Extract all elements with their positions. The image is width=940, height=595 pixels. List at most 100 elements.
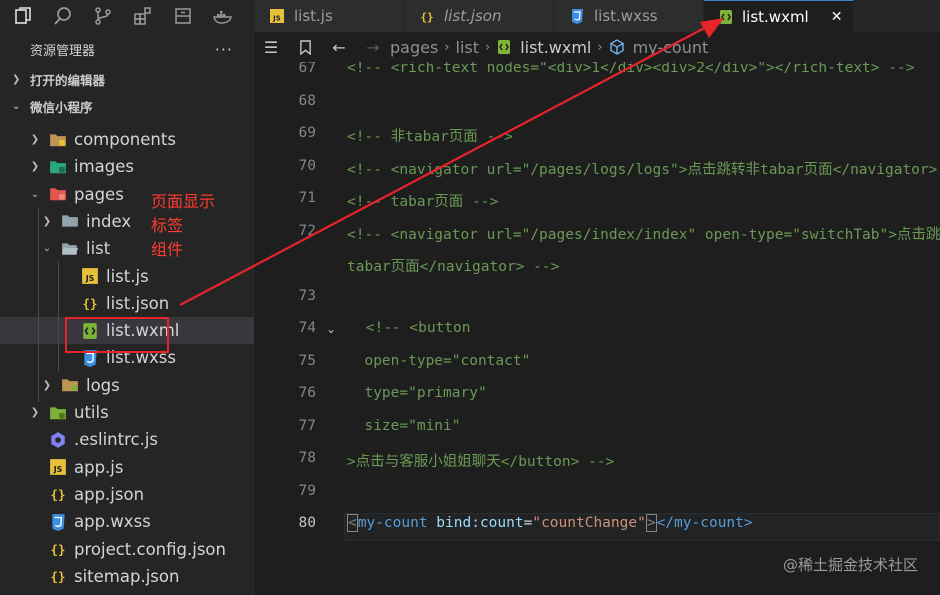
breadcrumb-item[interactable]: list.wxml <box>520 38 591 57</box>
source-control-icon[interactable] <box>90 3 116 29</box>
json-file-icon: {} <box>48 566 68 586</box>
breadcrumb-item[interactable]: list <box>456 38 480 57</box>
code-editor[interactable]: 67 <!-- <rich-text nodes="<div>1</div><di… <box>254 62 940 595</box>
code-line[interactable]: type="primary" <box>347 385 940 401</box>
wxml-file-icon <box>496 39 514 55</box>
search-icon[interactable] <box>50 3 76 29</box>
code-tag: my-count <box>357 515 428 531</box>
explorer-header: 资源管理器 ··· <box>0 32 253 66</box>
section-open-editors[interactable]: ❯ 打开的编辑器 <box>0 66 253 93</box>
code-line[interactable]: <!-- <navigator url="/pages/index/index"… <box>347 223 940 244</box>
breadcrumb-item[interactable]: pages <box>390 38 438 57</box>
code-line[interactable]: <!-- <rich-text nodes="<div>1</div><div>… <box>347 62 940 76</box>
svg-text:JS: JS <box>53 465 63 474</box>
tab-list-wxml[interactable]: list.wxml ✕ <box>704 0 854 32</box>
tree-item-components[interactable]: ❯ components <box>0 126 254 153</box>
images-folder-icon <box>48 157 68 177</box>
tree-item-label: list <box>86 239 111 259</box>
code-bracket: < <box>347 514 358 532</box>
chevron-right-icon[interactable]: ❯ <box>28 134 42 145</box>
annotation-text: 页面显示 标签 组件 <box>151 190 241 262</box>
chevron-right-icon[interactable]: ❯ <box>28 407 42 418</box>
svg-text:JS: JS <box>85 274 95 283</box>
chevron-right-icon[interactable]: ❯ <box>40 380 54 391</box>
code-bracket: > <box>645 514 657 532</box>
forward-arrow-icon[interactable]: → <box>356 38 390 57</box>
section-label: 微信小程序 <box>30 100 93 115</box>
line-number: 75 <box>298 353 316 369</box>
chevron-right-icon[interactable]: ❯ <box>40 216 54 227</box>
tab-label: list.json <box>444 7 502 25</box>
json-file-icon: {} <box>48 539 68 559</box>
tree-item-label: project.config.json <box>74 539 226 559</box>
chevron-right-icon[interactable]: ❯ <box>28 161 42 172</box>
annotation-highlight-box <box>65 317 169 353</box>
breadcrumb-separator: › <box>597 39 603 55</box>
explorer-title: 资源管理器 <box>30 43 96 59</box>
svg-text:{}: {} <box>83 297 98 311</box>
tree-item-label: components <box>74 130 176 149</box>
code-line[interactable]: open-type="contact" <box>347 353 940 369</box>
tree-item-images[interactable]: ❯ images <box>0 153 254 180</box>
code-line[interactable]: <!-- <button <box>357 320 940 336</box>
logs-folder-icon <box>60 375 80 395</box>
line-number: 69 <box>298 125 316 141</box>
tab-list-json[interactable]: {} list.json <box>404 0 554 32</box>
tree-item-label: sitemap.json <box>74 566 180 586</box>
docker-icon[interactable] <box>210 3 236 29</box>
back-arrow-icon[interactable]: ← <box>322 38 356 57</box>
code-line[interactable]: <my-count bind:count="countChange"></my-… <box>347 514 940 532</box>
tree-item-project-config-json[interactable]: {} project.config.json <box>0 536 254 563</box>
tab-list-js[interactable]: JS list.js <box>254 0 404 32</box>
svg-text:{}: {} <box>51 570 66 584</box>
fold-chevron-icon[interactable]: ⌄ <box>326 322 336 336</box>
annotation-text-line: 标签 <box>151 216 184 235</box>
bookmark-icon[interactable] <box>288 39 322 55</box>
close-icon[interactable]: ✕ <box>831 9 843 25</box>
tree-item-label: images <box>74 157 134 177</box>
code-line[interactable]: tabar页面</navigator> --> <box>347 255 940 276</box>
line-number: 79 <box>298 483 316 499</box>
tree-item-app-json[interactable]: {} app.json <box>0 481 254 508</box>
line-number: 67 <box>298 62 316 76</box>
code-tag: my-count <box>674 515 744 531</box>
chevron-down-icon[interactable]: ⌄ <box>40 243 54 254</box>
svg-text:{}: {} <box>51 543 66 557</box>
js-file-icon: JS <box>268 7 286 25</box>
tree-item-label: utils <box>74 403 109 422</box>
svg-text:{}: {} <box>420 11 433 24</box>
breadcrumb-item[interactable]: my-count <box>633 38 709 57</box>
line-number: 76 <box>298 385 316 401</box>
code-line[interactable]: <!-- tabar页面 --> <box>347 190 940 211</box>
code-attribute: bind:count <box>427 515 524 531</box>
code-tag: > <box>743 515 753 531</box>
explorer-icon[interactable] <box>10 3 36 29</box>
indent-guide <box>58 262 59 372</box>
tree-item-label: app.js <box>74 457 124 477</box>
element-icon <box>609 39 627 55</box>
tree-item-app-js[interactable]: JS app.js <box>0 454 254 481</box>
storage-icon[interactable] <box>170 3 196 29</box>
list-view-icon[interactable]: ☰ <box>254 38 288 57</box>
tree-item-eslintrc-js[interactable]: .eslintrc.js <box>0 426 254 453</box>
line-number: 72 <box>298 223 316 239</box>
code-line[interactable]: <!-- 非tabar页面 --> <box>347 125 940 146</box>
tree-item-utils[interactable]: ❯ utils <box>0 399 254 426</box>
tree-item-label: app.json <box>74 484 145 504</box>
extensions-icon[interactable] <box>130 3 156 29</box>
tree-item-label: app.wxss <box>74 512 151 532</box>
section-project[interactable]: ⌄ 微信小程序 <box>0 93 253 120</box>
tree-item-sitemap-json[interactable]: {} sitemap.json <box>0 563 254 590</box>
tree-item-app-wxss[interactable]: app.wxss <box>0 508 254 535</box>
tab-list-wxss[interactable]: list.wxss <box>554 0 704 32</box>
chevron-down-icon: ⌄ <box>12 101 21 112</box>
breadcrumb-separator: › <box>485 39 491 55</box>
css-file-icon <box>48 512 68 532</box>
code-line[interactable]: size="mini" <box>347 418 940 434</box>
code-line[interactable]: <!-- <navigator url="/pages/logs/logs">点… <box>347 158 940 179</box>
code-line[interactable]: >点击与客服小姐姐聊天</button> --> <box>347 450 940 471</box>
js-file-icon: JS <box>48 457 68 477</box>
line-number: 68 <box>298 93 316 109</box>
more-actions-icon[interactable]: ··· <box>215 40 233 59</box>
chevron-down-icon[interactable]: ⌄ <box>28 189 42 200</box>
